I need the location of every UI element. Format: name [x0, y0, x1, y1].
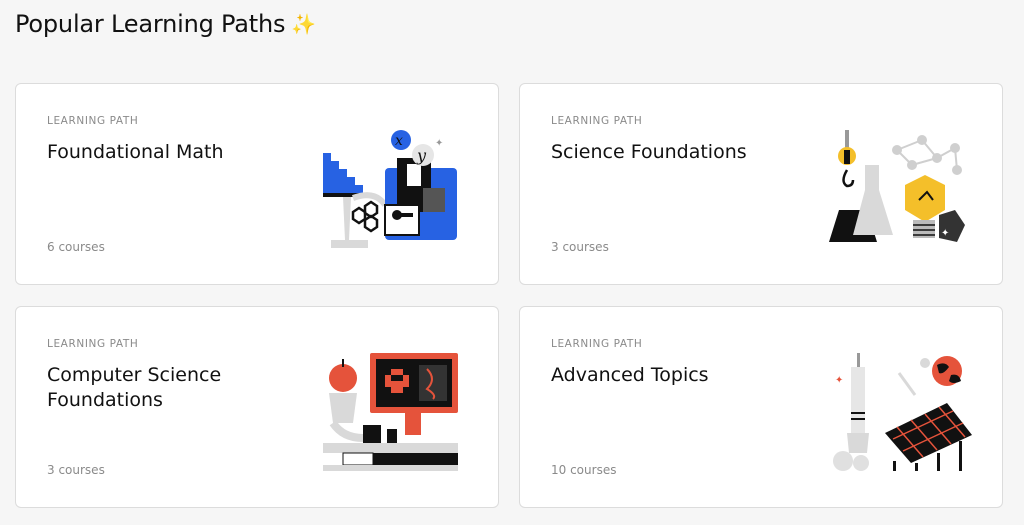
- svg-text:y: y: [416, 146, 427, 165]
- page-title-text: Popular Learning Paths: [15, 10, 286, 38]
- learning-paths-grid: LEARNING PATH Foundational Math 6 course…: [15, 83, 1003, 508]
- learning-path-card-advanced-topics[interactable]: LEARNING PATH Advanced Topics 10 courses…: [519, 306, 1003, 508]
- sparkles-icon: ✨: [291, 12, 316, 36]
- card-title: Science Foundations: [551, 141, 747, 163]
- course-count: 3 courses: [47, 463, 105, 477]
- svg-text:✦: ✦: [435, 138, 443, 149]
- advanced-topics-illustration: ✦: [833, 353, 972, 471]
- science-illustration: ✦: [829, 130, 965, 242]
- card-eyebrow: LEARNING PATH: [47, 115, 139, 127]
- course-count: 3 courses: [551, 240, 609, 254]
- card-title: Computer Science Foundations: [47, 364, 222, 411]
- card-title: Foundational Math: [47, 141, 224, 163]
- svg-text:x: x: [395, 133, 403, 149]
- course-count: 6 courses: [47, 240, 105, 254]
- card-eyebrow: LEARNING PATH: [47, 338, 139, 350]
- card-eyebrow: LEARNING PATH: [551, 115, 643, 127]
- svg-text:✦: ✦: [941, 228, 949, 239]
- learning-path-card-foundational-math[interactable]: LEARNING PATH Foundational Math 6 course…: [15, 83, 499, 285]
- page-title: Popular Learning Paths ✨: [15, 10, 316, 38]
- course-count: 10 courses: [551, 463, 617, 477]
- svg-text:✦: ✦: [835, 375, 843, 386]
- learning-path-card-computer-science-foundations[interactable]: LEARNING PATH Computer Science Foundatio…: [15, 306, 499, 508]
- card-title: Advanced Topics: [551, 364, 709, 386]
- math-illustration: x y ✦: [323, 130, 457, 248]
- learning-path-card-science-foundations[interactable]: LEARNING PATH Science Foundations 3 cour…: [519, 83, 1003, 285]
- card-eyebrow: LEARNING PATH: [551, 338, 643, 350]
- computer-science-illustration: [323, 353, 458, 471]
